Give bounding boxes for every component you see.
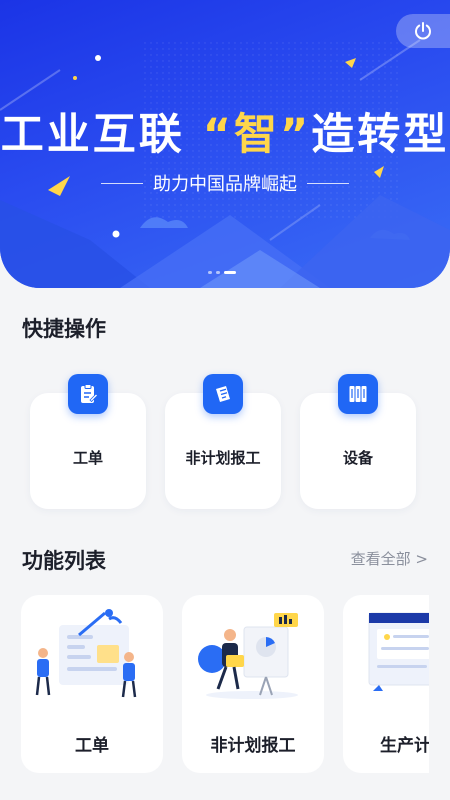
function-card-production-plan[interactable]: 生产计划 bbox=[343, 595, 429, 773]
equipment-icon[interactable] bbox=[338, 374, 378, 414]
function-carousel[interactable]: 工单 非计划报工 生产计 bbox=[21, 595, 429, 775]
hero-banner[interactable]: 工业互联 “智”造转型 助力中国品牌崛起 bbox=[0, 0, 450, 288]
function-card-label: 工单 bbox=[75, 736, 109, 756]
function-card-label: 生产计划 bbox=[380, 736, 429, 756]
function-card-work-order[interactable]: 工单 bbox=[21, 595, 163, 773]
banner-subtitle-row: 助力中国品牌崛起 bbox=[0, 170, 450, 196]
quick-actions-title: 快捷操作 bbox=[22, 317, 106, 341]
production-plan-illustration bbox=[368, 612, 429, 691]
work-order-illustration bbox=[35, 609, 137, 698]
carousel-dot[interactable] bbox=[216, 271, 220, 274]
function-card-label: 非计划报工 bbox=[210, 736, 296, 756]
subtitle-divider-right bbox=[307, 182, 349, 184]
banner-subtitle: 助力中国品牌崛起 bbox=[153, 174, 297, 195]
unplanned-report-illustration bbox=[198, 613, 298, 699]
quick-action-label: 工单 bbox=[72, 449, 103, 467]
power-icon bbox=[415, 22, 431, 40]
banner-title-part2: 造转型 bbox=[311, 110, 450, 160]
subtitle-divider-left bbox=[101, 182, 143, 184]
report-icon[interactable] bbox=[203, 374, 243, 414]
carousel-dot-active[interactable] bbox=[224, 271, 236, 274]
quick-action-label: 非计划报工 bbox=[185, 449, 261, 467]
carousel-indicator bbox=[208, 271, 236, 274]
banner-title-quote: “智” bbox=[202, 110, 312, 160]
function-list-title: 功能列表 bbox=[22, 549, 106, 573]
quick-action-label: 设备 bbox=[342, 449, 373, 467]
power-button[interactable] bbox=[396, 14, 450, 48]
banner-title: 工业互联 “智”造转型 bbox=[0, 100, 450, 162]
function-card-unplanned-report[interactable]: 非计划报工 bbox=[182, 595, 324, 773]
view-all-link[interactable]: 查看全部 > bbox=[351, 548, 428, 569]
carousel-dot[interactable] bbox=[208, 271, 212, 274]
banner-title-part1: 工业互联 bbox=[0, 110, 203, 160]
clipboard-icon[interactable] bbox=[68, 374, 108, 414]
